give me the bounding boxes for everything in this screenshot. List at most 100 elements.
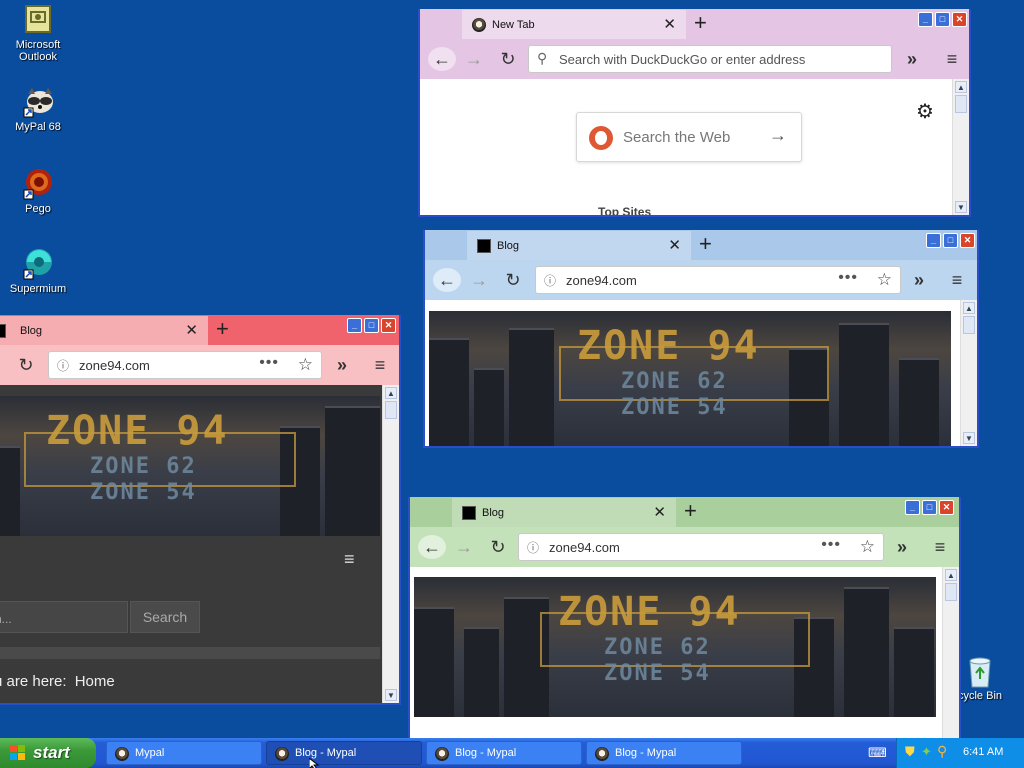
back-button[interactable]: ←: [433, 268, 461, 292]
clock[interactable]: 6:41 AM: [963, 746, 1003, 758]
scroll-thumb[interactable]: [945, 583, 957, 601]
minimize-button[interactable]: _: [918, 12, 933, 27]
desktop-icon-label: cycle Bin: [957, 690, 1003, 702]
arrow-right-icon[interactable]: →: [769, 125, 787, 146]
taskbar-button-blog-2[interactable]: Blog - Mypal: [426, 741, 582, 765]
close-window-button[interactable]: ✕: [960, 233, 975, 248]
scroll-down-icon[interactable]: ▼: [385, 689, 397, 701]
tab-blog[interactable]: Blog ✕: [467, 231, 691, 260]
windows-logo-icon: [10, 745, 25, 760]
hamburger-menu-icon[interactable]: ≡: [926, 535, 954, 559]
minimize-button[interactable]: _: [905, 500, 920, 515]
address-bar[interactable]: ⚲ Search with DuckDuckGo or enter addres…: [528, 45, 892, 73]
taskbar-button-blog-3[interactable]: Blog - Mypal: [586, 741, 742, 765]
tab-title: Blog: [497, 240, 520, 252]
close-window-button[interactable]: ✕: [952, 12, 967, 27]
maximize-button[interactable]: □: [922, 500, 937, 515]
reload-button[interactable]: ↻: [499, 268, 527, 292]
close-window-button[interactable]: ✕: [381, 318, 396, 333]
banner-line2: ZONE 62: [621, 369, 728, 394]
banner-line3: ZONE 54: [604, 661, 711, 686]
close-tab-icon[interactable]: ✕: [653, 503, 666, 521]
desktop-icon-outlook[interactable]: Microsoft Outlook: [0, 4, 76, 63]
page-actions-icon[interactable]: •••: [838, 269, 858, 287]
scroll-up-icon[interactable]: ▲: [955, 81, 967, 93]
maximize-button[interactable]: □: [943, 233, 958, 248]
gear-icon[interactable]: ⚙: [916, 99, 934, 124]
overflow-chevron-icon[interactable]: »: [905, 268, 933, 292]
forward-button[interactable]: →: [460, 47, 488, 71]
new-tab-button[interactable]: +: [699, 233, 712, 255]
banner-title: ZONE 94: [46, 408, 229, 454]
mobile-menu-icon[interactable]: ≡: [344, 549, 355, 570]
maximize-button[interactable]: □: [935, 12, 950, 27]
taskbar-button-blog-1[interactable]: Blog - Mypal: [266, 741, 422, 765]
scroll-down-icon[interactable]: ▼: [955, 201, 967, 213]
reload-button[interactable]: ↻: [484, 535, 512, 559]
address-bar[interactable]: ⓘ zone94.com ••• ☆: [535, 266, 901, 294]
banner-title: ZONE 94: [558, 589, 741, 635]
vertical-scrollbar[interactable]: ▲ ▼: [382, 385, 399, 703]
scroll-up-icon[interactable]: ▲: [945, 569, 957, 581]
overflow-chevron-icon[interactable]: »: [888, 535, 916, 559]
bookmark-star-icon[interactable]: ☆: [860, 537, 875, 557]
start-button[interactable]: start: [0, 738, 96, 768]
security-shield-icon[interactable]: ⛊: [905, 744, 915, 760]
tab-new-tab[interactable]: New Tab ✕: [462, 10, 686, 39]
scroll-thumb[interactable]: [385, 401, 397, 419]
back-button[interactable]: ←: [428, 47, 456, 71]
scroll-up-icon[interactable]: ▲: [963, 302, 975, 314]
tab-blog[interactable]: Blog ✕: [0, 316, 208, 345]
address-text: zone94.com: [566, 273, 637, 288]
address-bar[interactable]: ⓘ zone94.com ••• ☆: [518, 533, 884, 561]
bookmark-star-icon[interactable]: ☆: [877, 270, 892, 290]
desktop-icon-pego[interactable]: Pego: [0, 168, 76, 215]
vertical-scrollbar[interactable]: ▲: [942, 567, 959, 738]
tab-blog[interactable]: Blog ✕: [452, 498, 676, 527]
overflow-chevron-icon[interactable]: »: [898, 47, 926, 71]
separator: [0, 647, 380, 659]
page-actions-icon[interactable]: •••: [259, 354, 279, 372]
info-icon: ⓘ: [544, 274, 557, 288]
new-tab-button[interactable]: +: [694, 12, 707, 34]
minimize-button[interactable]: _: [347, 318, 362, 333]
site-search-input[interactable]: h...: [0, 601, 128, 633]
desktop-icon-supermium[interactable]: Supermium: [0, 248, 76, 295]
hamburger-menu-icon[interactable]: ≡: [366, 353, 394, 377]
close-tab-icon[interactable]: ✕: [185, 321, 198, 339]
address-bar[interactable]: ⓘ zone94.com ••• ☆: [48, 351, 322, 379]
taskbar-button-mypal[interactable]: Mypal: [106, 741, 262, 765]
overflow-chevron-icon[interactable]: »: [328, 353, 356, 377]
new-tab-button[interactable]: +: [684, 500, 697, 522]
close-tab-icon[interactable]: ✕: [668, 236, 681, 254]
zone94-favicon: [462, 506, 476, 520]
minimize-button[interactable]: _: [926, 233, 941, 248]
page-actions-icon[interactable]: •••: [821, 536, 841, 554]
close-window-button[interactable]: ✕: [939, 500, 954, 515]
maximize-button[interactable]: □: [364, 318, 379, 333]
forward-button[interactable]: →: [465, 268, 493, 292]
vertical-scrollbar[interactable]: ▲ ▼: [952, 79, 969, 215]
hamburger-menu-icon[interactable]: ≡: [943, 268, 971, 292]
banner-line3: ZONE 54: [621, 395, 728, 420]
scroll-thumb[interactable]: [955, 95, 967, 113]
reload-button[interactable]: ↻: [494, 47, 522, 71]
vertical-scrollbar[interactable]: ▲ ▼: [960, 300, 977, 446]
keyboard-icon[interactable]: ⌨: [868, 745, 887, 761]
search-box[interactable]: Search the Web →: [576, 112, 802, 162]
search-tray-icon[interactable]: ⚲: [937, 743, 947, 760]
scroll-down-icon[interactable]: ▼: [963, 432, 975, 444]
forward-button[interactable]: →: [450, 535, 478, 559]
site-search-button[interactable]: Search: [130, 601, 200, 633]
back-button[interactable]: ←: [418, 535, 446, 559]
desktop-icon-mypal[interactable]: MyPal 68: [0, 86, 76, 133]
scroll-thumb[interactable]: [963, 316, 975, 334]
breadcrumb-home-link[interactable]: Home: [75, 673, 115, 690]
network-icon[interactable]: ✦: [921, 744, 932, 760]
hamburger-menu-icon[interactable]: ≡: [938, 47, 966, 71]
scroll-up-icon[interactable]: ▲: [385, 387, 397, 399]
reload-button[interactable]: ↻: [12, 353, 40, 377]
new-tab-button[interactable]: +: [216, 318, 229, 340]
bookmark-star-icon[interactable]: ☆: [298, 355, 313, 375]
close-tab-icon[interactable]: ✕: [663, 15, 676, 33]
